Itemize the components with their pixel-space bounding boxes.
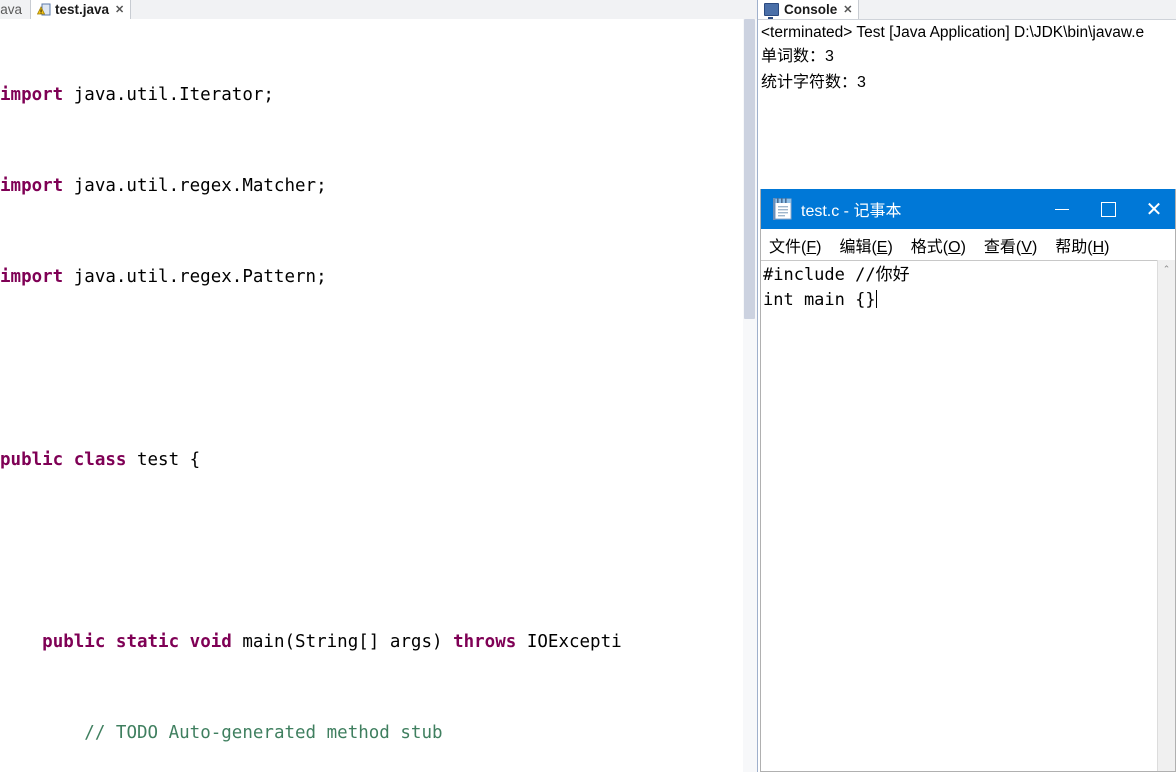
- menu-format[interactable]: 格式(O): [911, 233, 966, 257]
- console-output[interactable]: <terminated> Test [Java Application] D:\…: [758, 20, 1176, 190]
- notepad-vertical-scrollbar[interactable]: ⌃: [1157, 260, 1175, 771]
- maximize-icon: [1100, 201, 1116, 217]
- editor-scrollbar-thumb[interactable]: [744, 19, 755, 319]
- console-icon: [764, 3, 779, 19]
- notepad-icon: [772, 198, 793, 220]
- tab-console[interactable]: Console ✕: [758, 0, 860, 19]
- menu-help[interactable]: 帮助(H): [1055, 233, 1109, 257]
- code-line: import java.util.regex.Matcher;: [0, 176, 327, 197]
- code-line: import java.util.regex.Pattern;: [0, 267, 327, 288]
- editor-tab-inactive[interactable]: d.java: [0, 0, 30, 19]
- menu-view[interactable]: 查看(V): [984, 233, 1037, 257]
- code-editor-text[interactable]: import java.util.Iterator; import java.u…: [0, 19, 757, 772]
- menu-file[interactable]: 文件(F): [769, 233, 821, 257]
- warning-icon: [36, 3, 51, 17]
- editor-tab-close-icon[interactable]: ✕: [115, 3, 124, 16]
- notepad-text-line: int main {}: [763, 290, 876, 310]
- notepad-title: test.c - 记事本: [801, 203, 902, 220]
- console-terminated-line: <terminated> Test [Java Application] D:\…: [761, 24, 1145, 41]
- code-line: public class test {: [0, 449, 201, 470]
- minimize-button[interactable]: [1039, 189, 1085, 229]
- editor-tab-label: test.java: [55, 2, 110, 17]
- eclipse-editor-pane: d.java test.java ✕ import java.util.Iter…: [0, 0, 757, 772]
- scroll-up-icon[interactable]: ⌃: [1158, 260, 1175, 278]
- menu-edit[interactable]: 编辑(E): [839, 233, 892, 257]
- close-icon: ✕: [1145, 197, 1163, 221]
- notepad-text-editor[interactable]: #include //你好 int main {}: [761, 260, 1159, 771]
- notepad-menubar: 文件(F) 编辑(E) 格式(O) 查看(V) 帮助(H): [761, 229, 1175, 260]
- code-line: // TODO Auto-generated method stub: [84, 723, 443, 744]
- notepad-window: test.c - 记事本 ✕ 文件(F) 编辑(E) 格式(O) 查看(V) 帮…: [760, 189, 1176, 772]
- close-button[interactable]: ✕: [1131, 189, 1175, 229]
- notepad-titlebar[interactable]: test.c - 记事本 ✕: [761, 189, 1175, 229]
- code-line: public static void main(String[] args) t…: [42, 632, 622, 653]
- editor-vertical-scrollbar[interactable]: [743, 19, 757, 772]
- console-output-line: 统计字符数：3: [761, 74, 866, 91]
- text-caret: [875, 290, 877, 308]
- console-tab-label: Console: [784, 2, 838, 17]
- eclipse-console-pane: Console ✕ <terminated> Test [Java Applic…: [758, 0, 1176, 190]
- minimize-icon: [1055, 208, 1069, 210]
- notepad-window-controls: ✕: [1039, 189, 1175, 229]
- code-line: import java.util.Iterator;: [0, 84, 274, 105]
- notepad-text-line: #include //你好: [763, 265, 910, 285]
- editor-tab-test-java[interactable]: test.java ✕: [30, 0, 132, 19]
- console-tabbar: Console ✕: [758, 0, 1176, 20]
- console-output-line: 单词数：3: [761, 48, 834, 65]
- maximize-button[interactable]: [1085, 189, 1131, 229]
- editor-tabbar: d.java test.java ✕: [0, 0, 757, 20]
- editor-tab-inactive-label: d.java: [0, 2, 23, 17]
- console-tab-close-icon[interactable]: ✕: [843, 3, 852, 16]
- screen-root: d.java test.java ✕ import java.util.Iter…: [0, 0, 1176, 772]
